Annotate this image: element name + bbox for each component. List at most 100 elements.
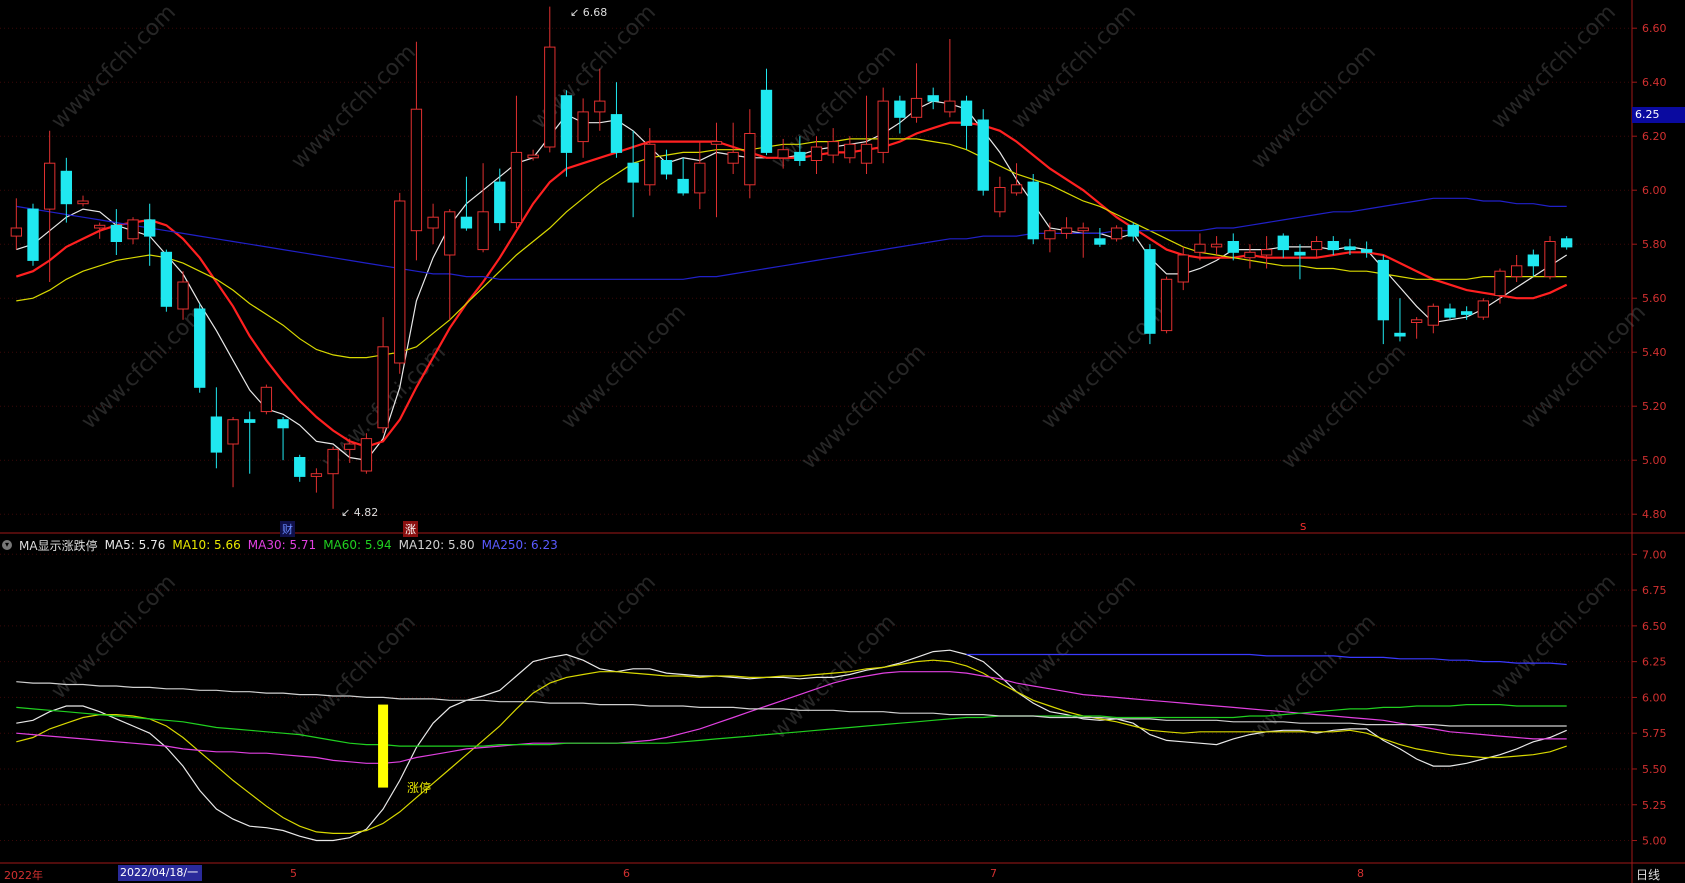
candle-up [877,100,889,153]
candle-up [1077,227,1089,232]
candle-down [1527,254,1539,267]
price-tick-label: 5.60 [1642,292,1667,305]
high-annotation: ↙ 6.68 [570,6,608,19]
candle-up [394,200,406,364]
price-tick-label: 5.80 [1642,238,1667,251]
candle-down [894,100,906,118]
candle-down [627,162,639,183]
date-label-may: 5 [290,867,297,880]
candle-up [1160,278,1173,332]
candle-up [1310,241,1323,251]
candle-up [1544,241,1556,278]
watermark: www.cfchi.com [557,300,691,434]
candle-up [544,46,556,148]
candle-up [860,143,873,164]
earnings-marker[interactable]: 财 [280,521,295,537]
selected-date: 2022/04/18/一 [118,865,202,881]
candle-up [1060,227,1073,234]
candle-up [1510,265,1523,278]
candle-down [1027,181,1039,240]
candle-up [844,143,856,159]
indicator-name[interactable]: MA显示涨跌停 [19,537,98,554]
candle-up [777,149,789,159]
watermark: www.cfchi.com [1007,570,1141,704]
watermark: www.cfchi.com [1247,40,1381,174]
price-tick-label: 6.60 [1642,22,1667,35]
watermark: www.cfchi.com [77,300,211,434]
ma120-value: MA120: 5.80 [398,538,475,552]
period-selector[interactable]: 日线 [1636,866,1660,883]
watermark: www.cfchi.com [1487,0,1621,134]
candle-up [1477,300,1489,318]
price-tick-label: 4.80 [1642,508,1667,521]
candle-down [1294,251,1306,256]
candle-up [177,281,189,310]
candle-down [194,308,206,388]
candle-up [94,224,106,229]
candle-down [160,251,173,307]
price-tick-label: 6.00 [1642,184,1667,197]
candle-up [127,219,139,240]
date-label-aug: 8 [1357,867,1364,880]
candle-up [427,216,439,229]
watermark: www.cfchi.com [1277,340,1411,474]
candle-down [1277,235,1289,251]
date-label-year: 2022年 [4,869,43,882]
candle-down [244,419,256,423]
watermark: www.cfchi.com [1487,570,1621,704]
candle-down [927,95,939,102]
candle-down [60,170,73,205]
signal-s-marker[interactable]: S [1300,522,1306,533]
candle-up [227,419,239,445]
candle-up [510,151,523,224]
price-tick-label: 6.40 [1642,76,1667,89]
candle-down [1394,332,1406,337]
candle-up [477,211,489,251]
candle-up [727,151,739,164]
candle-up [410,108,423,232]
current-price-tag: 6.25 [1632,107,1685,123]
indicator-tick-label: 6.75 [1642,584,1667,597]
candle-down [677,178,689,194]
candle-up [1210,243,1223,248]
candle-up [1177,254,1189,283]
candle-up [1194,243,1206,253]
price-tick-label: 6.20 [1642,130,1667,143]
candle-down [1127,224,1139,237]
indicator-tick-label: 5.75 [1642,727,1667,740]
candle-up [10,227,23,237]
candle-up [1244,251,1256,259]
candle-up [594,100,606,113]
candle-down [760,89,773,153]
candle-down [494,181,506,224]
watermark: www.cfchi.com [527,570,661,704]
candle-up [310,473,323,477]
collapse-icon[interactable]: ▾ [2,540,12,550]
date-axis[interactable]: 2022年 5 6 7 8 [0,864,1685,883]
ma60-value: MA60: 5.94 [323,538,392,552]
candle-down [1094,238,1106,245]
ma10-value: MA10: 5.66 [172,538,241,552]
limit-up-marker[interactable]: 涨 [403,521,418,537]
candle-down [1377,259,1389,321]
price-tick-label: 5.40 [1642,346,1667,359]
indicator-tick-label: 6.25 [1642,656,1667,669]
candle-up [360,438,373,472]
ma250-value: MA250: 6.23 [481,538,558,552]
candle-up [1044,230,1056,240]
candle-up [77,200,89,205]
indicator-tick-label: 6.50 [1642,620,1667,633]
price-tick-label: 5.20 [1642,400,1667,413]
indicator-tick-label: 5.25 [1642,799,1667,812]
candle-up [744,133,756,186]
candle-up [1110,227,1123,240]
candle-up [910,97,923,118]
stock-chart[interactable]: www.cfchi.com www.cfchi.com www.cfchi.com w… [0,0,1685,883]
candle-down [110,224,123,243]
candle-down [1444,308,1456,318]
candle-down [977,119,989,191]
candle-down [1144,249,1156,334]
watermark: www.cfchi.com [47,0,181,134]
candle-down [27,208,39,261]
candle-up [1010,184,1023,194]
